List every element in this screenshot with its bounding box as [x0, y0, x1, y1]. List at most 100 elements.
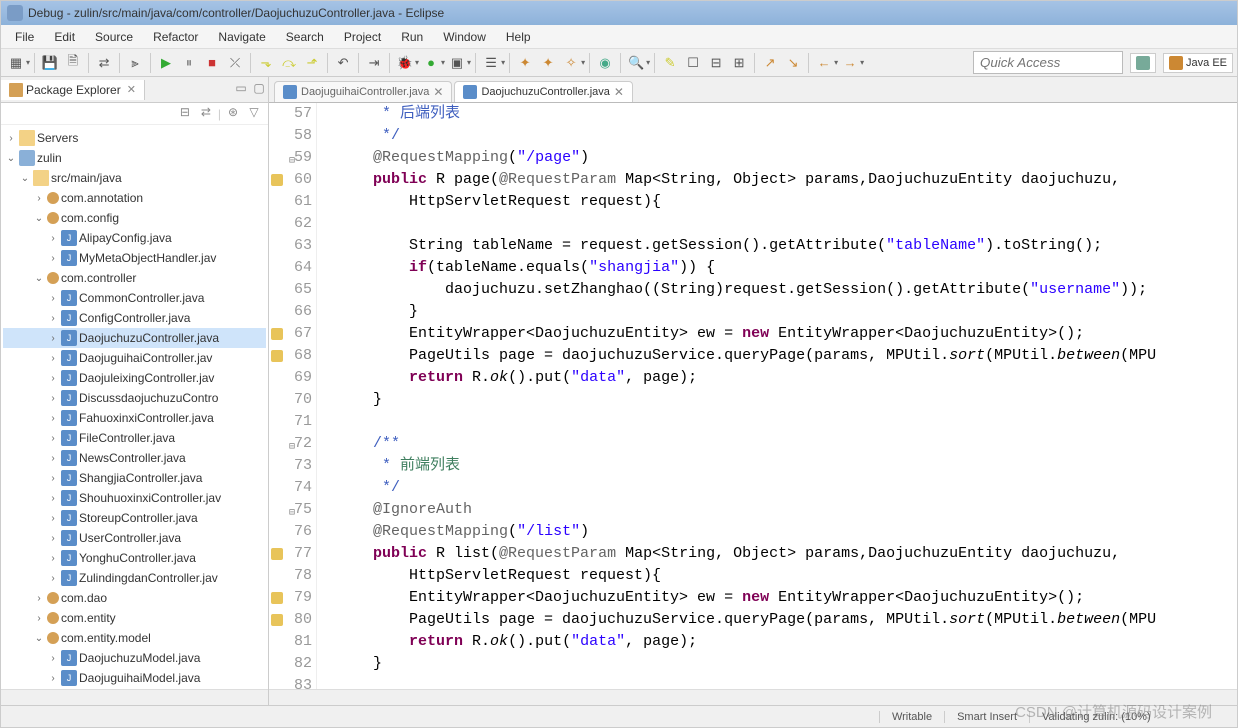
tree-item[interactable]: ›JUserController.java [3, 528, 266, 548]
tree-twisty[interactable]: › [47, 653, 59, 664]
perspective-javaee[interactable]: Java EE [1163, 53, 1233, 73]
link-editor-icon[interactable]: ⇄ [197, 105, 215, 123]
view-menu-icon[interactable]: ▽ [245, 105, 263, 123]
back-icon[interactable]: ← [813, 52, 835, 74]
tree-item[interactable]: ›JDaojuchuzuController.java [3, 328, 266, 348]
tree-twisty[interactable]: ⌄ [5, 153, 17, 164]
minimize-icon[interactable]: ▭ [232, 81, 250, 99]
line-gutter[interactable]: 575859⊟60616263646566676869707172⊟737475… [269, 103, 317, 689]
tree-item[interactable]: ›JDaojuguihaiModel.java [3, 668, 266, 688]
terminate-icon[interactable]: ■ [201, 52, 223, 74]
annotation2-icon[interactable]: ↘ [782, 52, 804, 74]
toggle2-icon[interactable]: ⊟ [705, 52, 727, 74]
tree-twisty[interactable]: › [47, 353, 59, 364]
tree-twisty[interactable]: › [47, 553, 59, 564]
tree-twisty[interactable]: › [47, 233, 59, 244]
outline-icon[interactable]: ⊞ [728, 52, 750, 74]
step-filters-icon[interactable]: ⇥ [363, 52, 385, 74]
tree-item[interactable]: ›JDiscussdaojuchuzuContro [3, 388, 266, 408]
tree-twisty[interactable]: › [47, 533, 59, 544]
step-return-icon[interactable]: ⬏ [301, 52, 323, 74]
tree-twisty[interactable]: › [33, 593, 45, 604]
tree-twisty[interactable]: › [47, 453, 59, 464]
tree-item[interactable]: ⌄com.config [3, 208, 266, 228]
tree-twisty[interactable]: ⌄ [19, 173, 31, 184]
tree-item[interactable]: ›JDaojuguihaiController.jav [3, 348, 266, 368]
save-all-icon[interactable]: 🗎 [62, 52, 84, 74]
menu-run[interactable]: Run [391, 27, 433, 47]
search-icon[interactable]: 🔍 [625, 52, 647, 74]
menu-project[interactable]: Project [334, 27, 391, 47]
tree-twisty[interactable]: › [33, 613, 45, 624]
code-content[interactable]: * 后端列表 */ @RequestMapping("/page") publi… [317, 103, 1237, 689]
menu-file[interactable]: File [5, 27, 44, 47]
menu-source[interactable]: Source [85, 27, 143, 47]
close-icon[interactable]: ✕ [127, 83, 136, 96]
new-server-icon[interactable]: ☰ [480, 52, 502, 74]
tree-twisty[interactable]: › [47, 373, 59, 384]
tree-twisty[interactable]: › [47, 293, 59, 304]
tree-item[interactable]: ›JFileController.java [3, 428, 266, 448]
tree-twisty[interactable]: › [47, 473, 59, 484]
tree-item[interactable]: ›JStoreupController.java [3, 508, 266, 528]
step-into-icon[interactable]: ⬎ [255, 52, 277, 74]
debug-icon[interactable]: 🐞 [394, 52, 416, 74]
focus-icon[interactable]: ⊛ [224, 105, 242, 123]
tree-item[interactable]: ›com.entity [3, 608, 266, 628]
editor-tab[interactable]: DaojuguihaiController.java✕ [274, 81, 452, 102]
forward-icon[interactable]: → [839, 52, 861, 74]
menu-edit[interactable]: Edit [44, 27, 85, 47]
disconnect-icon[interactable]: ⤫ [224, 52, 246, 74]
save-icon[interactable]: 💾 [39, 52, 61, 74]
switch-icon[interactable]: ⇄ [93, 52, 115, 74]
tree-item[interactable]: ›JZulindingdanController.jav [3, 568, 266, 588]
step-over-icon[interactable]: ⤼ [278, 52, 300, 74]
menu-search[interactable]: Search [276, 27, 334, 47]
tree-twisty[interactable]: › [47, 413, 59, 424]
menu-refactor[interactable]: Refactor [143, 27, 208, 47]
tree-twisty[interactable]: ⌄ [33, 633, 45, 644]
tree-twisty[interactable]: › [5, 133, 17, 144]
perspective-debug[interactable] [1130, 53, 1156, 73]
tree-item[interactable]: ›JConfigController.java [3, 308, 266, 328]
editor-tab[interactable]: DaojuchuzuController.java✕ [454, 81, 632, 102]
tree-twisty[interactable]: › [47, 433, 59, 444]
tree-item[interactable]: ⌄zulin [3, 148, 266, 168]
menu-window[interactable]: Window [433, 27, 496, 47]
open-type-icon[interactable]: ◉ [594, 52, 616, 74]
tree-item[interactable]: ›JAlipayConfig.java [3, 228, 266, 248]
tree-item[interactable]: ⌄com.controller [3, 268, 266, 288]
tree-item[interactable]: ›JMyMetaObjectHandler.jav [3, 248, 266, 268]
maximize-icon[interactable]: ▢ [250, 81, 268, 99]
tree-twisty[interactable]: › [47, 253, 59, 264]
new-wizard3-icon[interactable]: ✧ [560, 52, 582, 74]
tree-item[interactable]: ›com.dao [3, 588, 266, 608]
quick-access-input[interactable] [973, 51, 1123, 74]
code-editor[interactable]: 575859⊟60616263646566676869707172⊟737475… [269, 103, 1237, 689]
package-tree[interactable]: ›Servers⌄zulin⌄src/main/java›com.annotat… [1, 125, 268, 689]
suspend-icon[interactable]: ⏸ [178, 52, 200, 74]
tree-twisty[interactable]: › [33, 193, 45, 204]
tree-twisty[interactable]: ⌄ [33, 273, 45, 284]
collapse-all-icon[interactable]: ⊟ [176, 105, 194, 123]
annotation-icon[interactable]: ↗ [759, 52, 781, 74]
marker-icon[interactable]: ✎ [659, 52, 681, 74]
new-wizard2-icon[interactable]: ✦ [537, 52, 559, 74]
tree-twisty[interactable]: › [47, 513, 59, 524]
tree-twisty[interactable]: › [47, 393, 59, 404]
tree-item[interactable]: ›JShangjiaController.java [3, 468, 266, 488]
tree-twisty[interactable]: › [47, 333, 59, 344]
drop-frame-icon[interactable]: ↶ [332, 52, 354, 74]
tree-twisty[interactable]: › [47, 573, 59, 584]
tree-item[interactable]: ›JDaojuchuzuModel.java [3, 648, 266, 668]
tree-item[interactable]: ›JCommonController.java [3, 288, 266, 308]
menu-navigate[interactable]: Navigate [208, 27, 275, 47]
tree-twisty[interactable]: ⌄ [33, 213, 45, 224]
close-icon[interactable]: ✕ [433, 85, 443, 99]
menu-help[interactable]: Help [496, 27, 541, 47]
skip-icon[interactable]: ⫸ [124, 52, 146, 74]
tree-twisty[interactable]: › [47, 493, 59, 504]
close-icon[interactable]: ✕ [614, 85, 624, 99]
tree-item[interactable]: ›com.annotation [3, 188, 266, 208]
toggle-icon[interactable]: ☐ [682, 52, 704, 74]
